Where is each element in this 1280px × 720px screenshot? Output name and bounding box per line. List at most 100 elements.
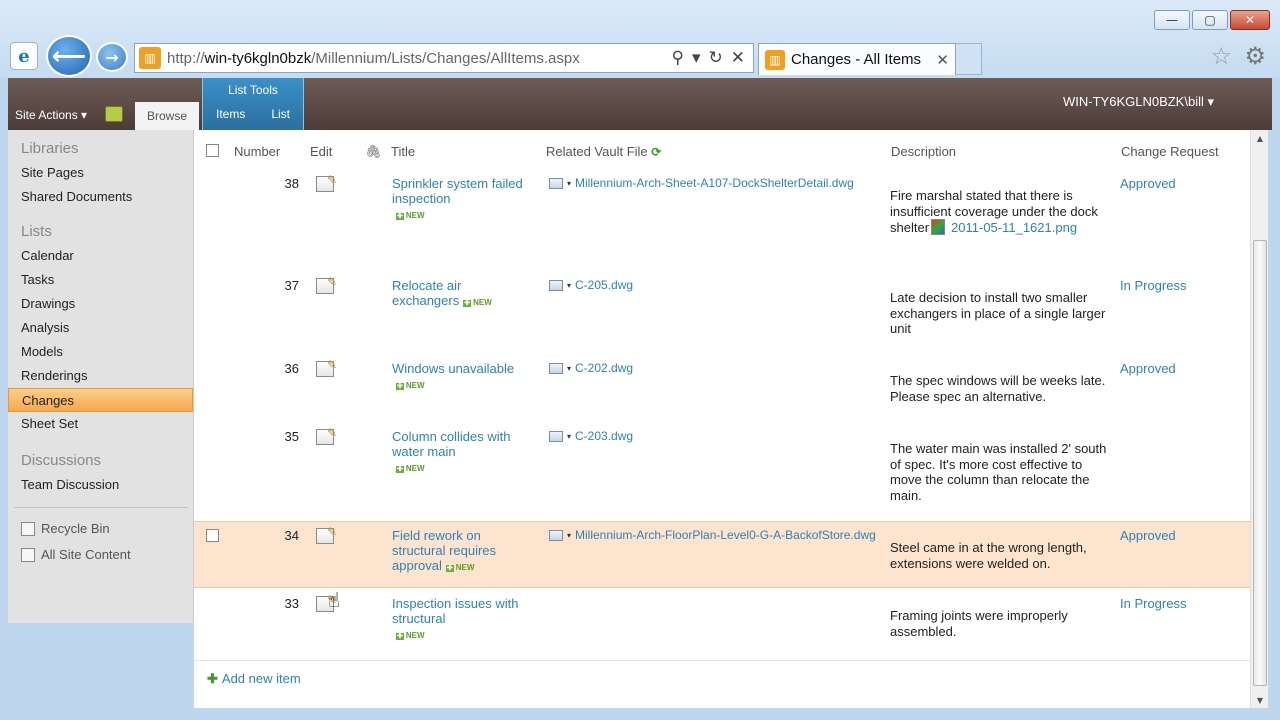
ql-heading-lists[interactable]: Lists [8,223,193,240]
ql-item-site-pages[interactable]: Site Pages [8,161,193,185]
item-description: Steel came in at the wrong length, exten… [890,540,1087,571]
minimize-button[interactable]: — [1154,10,1190,30]
ql-item-models[interactable]: Models [8,340,193,364]
vault-file-link[interactable]: ▾ C-202.dwg [549,361,633,375]
user-menu[interactable]: WIN-TY6KGLN0BZK\bill ▾ [1063,94,1214,110]
new-badge: NEW [463,295,492,311]
header-change-request[interactable]: Change Request [1121,144,1219,160]
file-menu-dropdown-icon[interactable]: ▾ [567,364,571,373]
table-row-selected[interactable]: 34 Field rework on structural requires a… [194,521,1250,588]
back-button[interactable]: ⟵ [46,35,92,77]
row-checkbox[interactable] [206,529,219,542]
edit-item-icon[interactable] [316,426,337,445]
url-prefix: http:// [167,49,205,67]
item-title-text: Column collides with water main [392,429,511,459]
ql-heading-discussions[interactable]: Discussions [8,452,193,469]
ql-item-shared-documents[interactable]: Shared Documents [8,185,193,209]
ql-item-team-discussion[interactable]: Team Discussion [8,473,193,497]
vault-refresh-icon[interactable]: ⟳ [651,145,661,159]
file-menu-dropdown-icon[interactable]: ▾ [567,179,571,188]
url-host: win-ty6kgln0bzk [204,49,312,67]
edit-item-icon[interactable] [316,525,337,544]
stop-icon[interactable]: ✕ [731,48,745,68]
ql-item-analysis[interactable]: Analysis [8,316,193,340]
dwg-file-icon [549,529,563,541]
browser-tab-changes[interactable]: ▥ Changes - All Items ✕ [758,43,956,75]
file-menu-dropdown-icon[interactable]: ▾ [567,281,571,290]
close-window-button[interactable]: ✕ [1230,10,1270,30]
change-request-status[interactable]: Approved [1120,361,1176,376]
address-bar[interactable]: ▥ http://win-ty6kgln0bzk/Millennium/List… [134,43,754,73]
vault-file-link[interactable]: ▾ Millennium-Arch-FloorPlan-Level0-G-A-Ba… [549,528,876,542]
vault-file-link[interactable]: ▾ C-205.dwg [549,278,633,292]
item-title-link[interactable]: Windows unavailable NEW [392,361,524,394]
vault-file-link[interactable]: ▾ C-203.dwg [549,429,633,443]
forward-button[interactable]: → [96,42,128,72]
maximize-button[interactable]: ▢ [1192,10,1228,30]
new-badge: NEW [396,461,425,477]
ql-item-changes[interactable]: Changes [8,388,193,412]
item-title-link[interactable]: Column collides with water main NEW [392,429,524,477]
list-tools-group: List Tools Items List [202,78,304,130]
vertical-scrollbar[interactable]: ▲ ▼ [1250,130,1268,708]
header-title[interactable]: Title [391,144,415,160]
navigate-up-folder-icon[interactable] [105,106,123,122]
change-request-status[interactable]: Approved [1120,528,1176,543]
scrollbar-thumb[interactable] [1253,240,1267,686]
edit-item-icon[interactable] [316,173,337,192]
attachment-icon[interactable]: 🖇 [365,144,382,160]
item-title-link[interactable]: Sprinkler system failed inspection NEW [392,176,524,224]
ql-all-site-content[interactable]: All Site Content [8,542,193,568]
header-description[interactable]: Description [891,144,956,160]
table-row[interactable]: 38 Sprinkler system failed inspection NEW… [194,170,1250,270]
item-description: Fire marshal stated that there is insuff… [890,188,1116,236]
tab-list[interactable]: List [271,107,290,121]
ql-recycle-bin[interactable]: Recycle Bin [8,516,193,542]
favorites-star-icon[interactable]: ☆ [1210,42,1232,70]
add-new-item-link[interactable]: ✚ Add new item [207,671,301,687]
all-site-content-label: All Site Content [41,547,131,562]
file-menu-dropdown-icon[interactable]: ▾ [567,531,571,540]
tab-browse[interactable]: Browse [135,102,199,130]
refresh-icon[interactable]: ↻ [709,48,723,68]
header-vault-file[interactable]: Related Vault File ⟳ [546,144,661,160]
description-image-link[interactable]: 2011-05-11_1621.png [951,220,1077,235]
item-title-link[interactable]: Relocate air exchangersNEW [392,278,524,311]
ql-item-tasks[interactable]: Tasks [8,268,193,292]
vault-file-link[interactable]: ▾ Millennium-Arch-Sheet-A107-DockShelterD… [549,176,854,190]
item-description: Late decision to install two smaller exc… [890,290,1106,336]
change-request-status[interactable]: In Progress [1120,278,1186,293]
header-number[interactable]: Number [234,144,280,160]
tab-items[interactable]: Items [216,107,245,121]
ql-heading-libraries[interactable]: Libraries [8,140,193,157]
ql-item-calendar[interactable]: Calendar [8,244,193,268]
ql-item-sheet-set[interactable]: Sheet Set [8,412,193,436]
site-actions-menu[interactable]: Site Actions ▾ [15,108,87,122]
tab-close-icon[interactable]: ✕ [936,51,955,69]
header-edit[interactable]: Edit [310,144,332,160]
table-row[interactable]: 36 Windows unavailable NEW ▾ C-202.dwg The… [194,355,1250,421]
scroll-down-arrow-icon[interactable]: ▼ [1251,692,1269,708]
ql-item-drawings[interactable]: Drawings [8,292,193,316]
tools-gear-icon[interactable]: ⚙ [1244,42,1266,70]
search-dropdown-icon[interactable]: ▾ [692,48,701,68]
item-title-link[interactable]: Field rework on structural requires appr… [392,528,532,576]
url-text[interactable]: http://win-ty6kgln0bzk/Millennium/Lists/… [167,50,672,67]
vault-file-name: C-205.dwg [575,278,634,292]
scroll-up-arrow-icon[interactable]: ▲ [1251,130,1269,146]
row-number: 33 [284,596,299,611]
edit-item-icon[interactable] [316,358,337,377]
select-all-checkbox[interactable] [206,144,219,160]
file-menu-dropdown-icon[interactable]: ▾ [567,432,571,441]
ql-item-renderings[interactable]: Renderings [8,364,193,388]
edit-item-icon[interactable] [316,275,337,294]
item-title-link[interactable]: Inspection issues with structural NEW [392,596,524,644]
change-request-status[interactable]: In Progress [1120,596,1186,611]
new-tab-button[interactable] [956,43,982,75]
table-row[interactable]: 37 Relocate air exchangersNEW ▾ C-205.dwg… [194,272,1250,352]
address-bar-icons: ⚲ ▾ ↻ ✕ [672,48,754,68]
table-row[interactable]: 33 Inspection issues with structuralNEW … [194,590,1250,660]
search-icon[interactable]: ⚲ [672,48,684,68]
table-row[interactable]: 35 Column collides with water main NEW ▾ C… [194,423,1250,519]
change-request-status[interactable]: Approved [1120,176,1176,191]
